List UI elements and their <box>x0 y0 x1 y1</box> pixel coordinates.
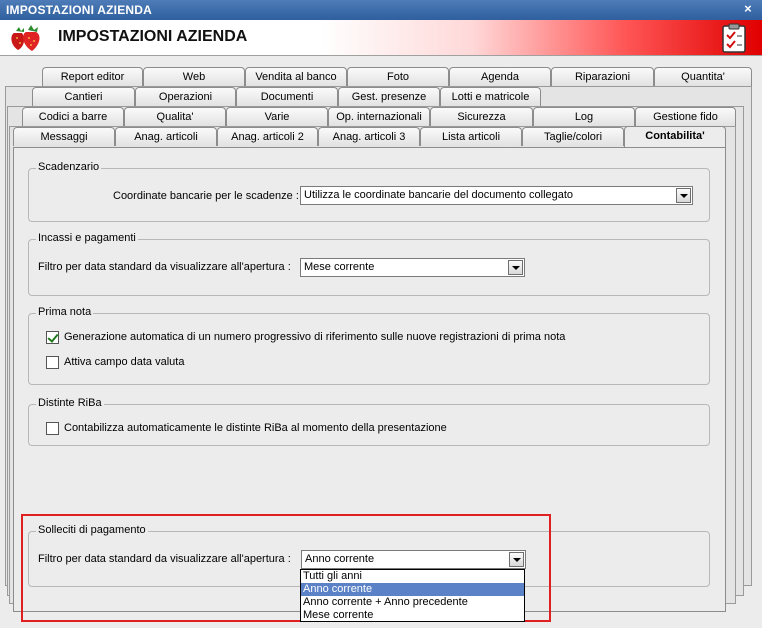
tab-anag-articoli-2[interactable]: Anag. articoli 2 <box>217 127 318 146</box>
tab-lotti-e-matricole[interactable]: Lotti e matricole <box>440 87 541 106</box>
tab-gest-presenze[interactable]: Gest. presenze <box>338 87 440 106</box>
tab-lista-articoli[interactable]: Lista articoli <box>420 127 522 146</box>
group-label-scadenzario: Scadenzario <box>36 161 102 173</box>
tab-op-internazionali[interactable]: Op. internazionali <box>328 107 430 126</box>
checkbox-numero-progressivo[interactable] <box>46 331 59 344</box>
tab-qualita[interactable]: Qualita' <box>124 107 226 126</box>
tab-foto[interactable]: Foto <box>347 67 449 86</box>
tab-varie[interactable]: Varie <box>226 107 328 126</box>
chevron-down-icon[interactable] <box>509 552 524 567</box>
tab-anag-articoli-3[interactable]: Anag. articoli 3 <box>318 127 420 146</box>
coordinate-bancarie-label: Coordinate bancarie per le scadenze : <box>113 190 299 202</box>
solleciti-filter-label: Filtro per data standard da visualizzare… <box>38 553 291 565</box>
checkbox-data-valuta[interactable] <box>46 356 59 369</box>
solleciti-filter-select[interactable]: Anno corrente <box>301 550 526 569</box>
tab-riparazioni[interactable]: Riparazioni <box>551 67 654 86</box>
tab-anag-articoli[interactable]: Anag. articoli <box>115 127 217 146</box>
checkbox-label-numero-progressivo: Generazione automatica di un numero prog… <box>64 331 566 343</box>
tab-contabilita[interactable]: Contabilita' <box>624 126 726 147</box>
group-prima-nota: Prima nota Generazione automatica di un … <box>28 306 710 385</box>
dropdown-option[interactable]: Mese corrente <box>301 609 524 622</box>
tab-gestione-fido[interactable]: Gestione fido <box>635 107 736 126</box>
dropdown-option[interactable]: Anno corrente + Anno precedente <box>301 596 524 609</box>
incassi-filter-select[interactable]: Mese corrente <box>300 258 525 277</box>
dropdown-option-selected[interactable]: Anno corrente <box>301 583 524 596</box>
strawberry-icon <box>11 25 40 51</box>
group-label-distinte-riba: Distinte RiBa <box>36 397 104 409</box>
coordinate-bancarie-select[interactable]: Utilizza le coordinate bancarie del docu… <box>300 186 693 205</box>
coordinate-bancarie-value: Utilizza le coordinate bancarie del docu… <box>304 189 574 201</box>
group-scadenzario: Scadenzario Coordinate bancarie per le s… <box>28 161 710 222</box>
tab-agenda[interactable]: Agenda <box>449 67 551 86</box>
tab-quantita[interactable]: Quantita' <box>654 67 752 86</box>
group-label-prima-nota: Prima nota <box>36 306 94 318</box>
tab-sicurezza[interactable]: Sicurezza <box>430 107 533 126</box>
checkbox-label-data-valuta: Attiva campo data valuta <box>64 356 185 368</box>
group-distinte-riba: Distinte RiBa Contabilizza automaticamen… <box>28 397 710 446</box>
checkbox-contabilizza-riba[interactable] <box>46 422 59 435</box>
close-icon[interactable]: × <box>742 2 754 16</box>
tab-vendita-al-banco[interactable]: Vendita al banco <box>245 67 347 86</box>
tab-documenti[interactable]: Documenti <box>236 87 338 106</box>
tab-messaggi[interactable]: Messaggi <box>13 127 115 146</box>
solleciti-filter-value: Anno corrente <box>305 553 375 565</box>
clipboard-check-icon[interactable] <box>720 23 748 53</box>
header-title: IMPOSTAZIONI AZIENDA <box>58 28 248 45</box>
window-titlebar: IMPOSTAZIONI AZIENDA × <box>0 0 762 20</box>
header-band: IMPOSTAZIONI AZIENDA <box>0 20 762 56</box>
group-incassi-pagamenti: Incassi e pagamenti Filtro per data stan… <box>28 232 710 296</box>
group-label-incassi: Incassi e pagamenti <box>36 232 138 244</box>
chevron-down-icon[interactable] <box>508 260 523 275</box>
tab-cantieri[interactable]: Cantieri <box>32 87 135 106</box>
tab-operazioni[interactable]: Operazioni <box>135 87 236 106</box>
solleciti-dropdown-list[interactable]: Tutti gli anni Anno corrente Anno corren… <box>300 569 525 622</box>
tab-taglie-colori[interactable]: Taglie/colori <box>522 127 624 146</box>
group-label-solleciti: Solleciti di pagamento <box>36 524 148 536</box>
incassi-filter-value: Mese corrente <box>304 261 375 273</box>
tab-log[interactable]: Log <box>533 107 635 126</box>
dropdown-option[interactable]: Tutti gli anni <box>301 570 524 583</box>
tab-codici-a-barre[interactable]: Codici a barre <box>22 107 124 126</box>
checkbox-label-contabilizza-riba: Contabilizza automaticamente le distinte… <box>64 422 447 434</box>
tab-report-editor[interactable]: Report editor <box>42 67 143 86</box>
window-title: IMPOSTAZIONI AZIENDA <box>6 3 152 17</box>
chevron-down-icon[interactable] <box>676 188 691 203</box>
incassi-filter-label: Filtro per data standard da visualizzare… <box>38 261 291 273</box>
tab-content-contabilita: Scadenzario Coordinate bancarie per le s… <box>13 147 726 612</box>
tab-web[interactable]: Web <box>143 67 245 86</box>
